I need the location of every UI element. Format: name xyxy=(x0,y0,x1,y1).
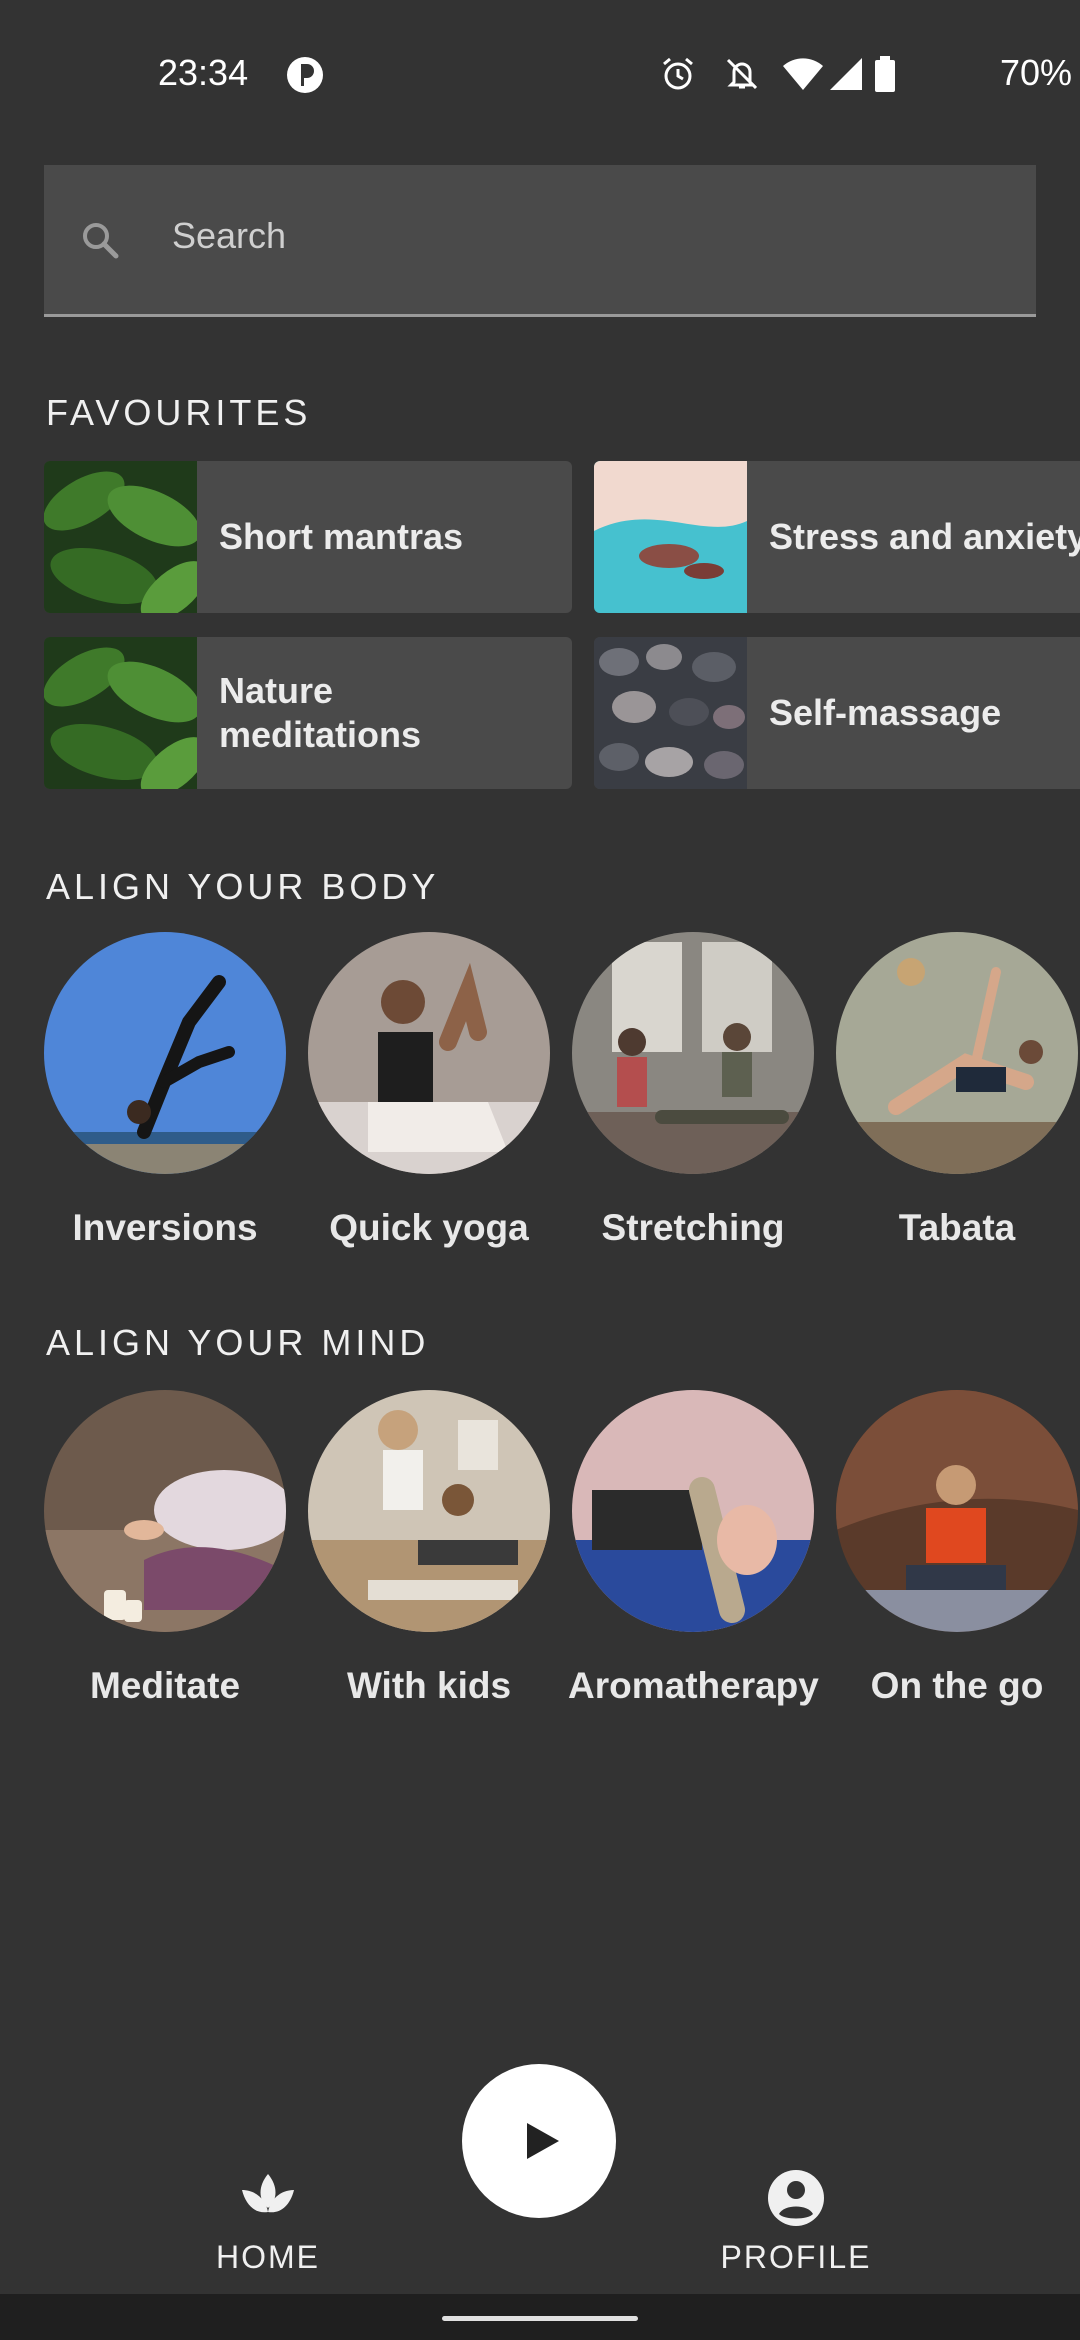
battery-icon xyxy=(875,56,895,92)
mind-item-label: Aromatherapy xyxy=(568,1665,819,1706)
on-the-go-image xyxy=(836,1390,1078,1632)
leaves-thumbnail xyxy=(44,461,197,613)
body-item-label: Tabata xyxy=(898,1207,1016,1248)
leaves-thumbnail xyxy=(44,637,197,789)
mind-item-label: With kids xyxy=(346,1665,512,1706)
search-icon xyxy=(83,223,119,259)
body-item-stretching[interactable]: Stretching xyxy=(568,932,818,1249)
body-item-quick-yoga[interactable]: Quick yoga xyxy=(304,932,554,1249)
mind-item-aromatherapy[interactable]: Aromatherapy xyxy=(568,1390,819,1707)
mind-item-label: Meditate xyxy=(89,1665,241,1706)
stretching-image xyxy=(572,932,814,1174)
body-item-tabata[interactable]: Tabata xyxy=(832,932,1080,1249)
body-item-label: Stretching xyxy=(601,1207,785,1248)
body-item-label: Inversions xyxy=(72,1207,258,1248)
mind-item-label: On the go xyxy=(870,1665,1044,1706)
play-icon xyxy=(527,2123,559,2159)
favourite-card-self-massage[interactable]: Self-massage xyxy=(594,637,1080,789)
signal-icon xyxy=(830,58,862,90)
align-your-body-heading: ALIGN YOUR BODY xyxy=(46,866,440,907)
align-your-mind-heading: ALIGN YOUR MIND xyxy=(46,1322,430,1363)
mind-item-meditate[interactable]: Meditate xyxy=(40,1390,294,1707)
search-input[interactable] xyxy=(170,205,974,267)
body-item-label: Quick yoga xyxy=(329,1207,529,1248)
status-icons: 70% xyxy=(660,50,1080,100)
nav-profile[interactable]: PROFILE xyxy=(696,2168,896,2276)
favourite-label: Short mantras xyxy=(219,516,464,557)
mind-item-on-the-go[interactable]: On the go xyxy=(832,1390,1080,1707)
favourite-card-nature-meditations[interactable]: Nature meditations xyxy=(44,637,572,789)
home-gesture-handle[interactable] xyxy=(442,2316,638,2321)
system-navigation-bar xyxy=(0,2294,1080,2340)
battery-percentage: 70% xyxy=(999,52,1072,93)
wifi-icon xyxy=(783,58,823,90)
aromatherapy-image xyxy=(572,1390,814,1632)
tabata-image xyxy=(836,932,1078,1174)
favourite-label: Stress and anxiety xyxy=(769,516,1080,557)
search-bar[interactable] xyxy=(44,165,1036,317)
notifications-off-icon xyxy=(726,58,758,90)
nav-home-label: HOME xyxy=(216,2239,320,2275)
with-kids-image xyxy=(308,1390,550,1632)
meditate-image xyxy=(44,1390,294,1632)
body-item-inversions[interactable]: Inversions xyxy=(40,932,290,1249)
favourites-heading: FAVOURITES xyxy=(46,392,312,433)
profile-icon xyxy=(768,2170,824,2226)
play-button[interactable] xyxy=(462,2064,616,2218)
status-bar: 23:34 70% xyxy=(0,0,1080,150)
pebbles-thumbnail xyxy=(594,637,747,789)
favourite-card-short-mantras[interactable]: Short mantras xyxy=(44,461,572,613)
nav-profile-label: PROFILE xyxy=(720,2239,872,2275)
app-indicator-icon xyxy=(287,57,323,93)
mind-item-with-kids[interactable]: With kids xyxy=(304,1390,554,1707)
inversions-image xyxy=(44,932,286,1174)
lotus-icon xyxy=(242,2174,294,2213)
favourite-card-stress-and-anxiety[interactable]: Stress and anxiety xyxy=(594,461,1080,613)
ocean-aerial-thumbnail xyxy=(594,461,747,613)
nav-home[interactable]: HOME xyxy=(168,2168,368,2276)
quick-yoga-image xyxy=(308,932,550,1174)
favourite-label: Nature meditations xyxy=(219,670,422,755)
favourite-label: Self-massage xyxy=(769,692,1002,733)
alarm-icon xyxy=(663,57,693,90)
status-time: 23:34 xyxy=(158,52,249,93)
